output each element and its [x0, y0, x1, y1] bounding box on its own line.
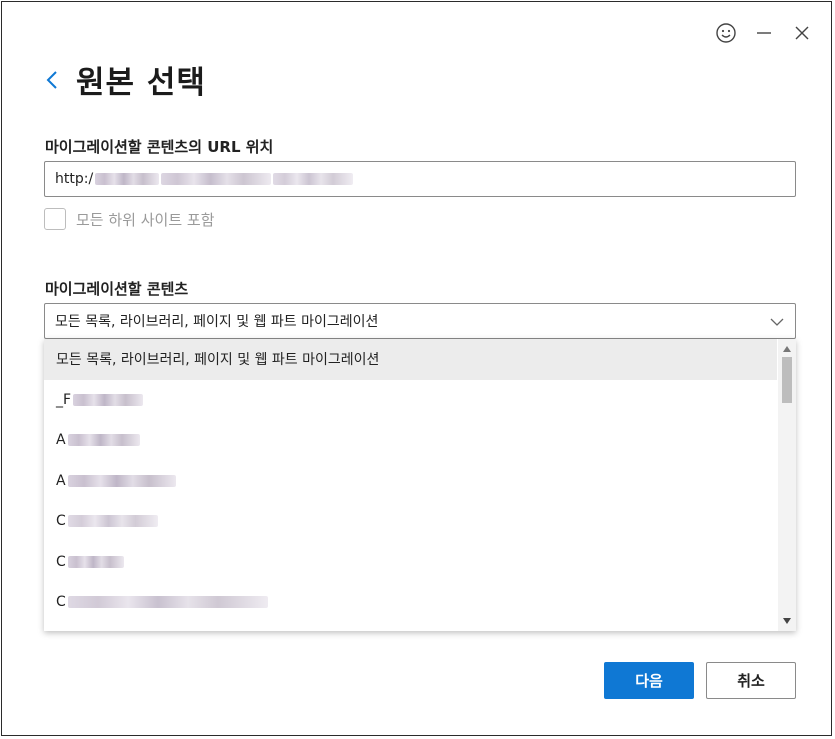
titlebar-controls	[715, 22, 813, 44]
content-select[interactable]: 모든 목록, 라이브러리, 페이지 및 웹 파트 마이그레이션	[44, 303, 796, 339]
chevron-left-icon[interactable]	[42, 63, 62, 97]
obscured-text	[67, 515, 158, 528]
list-item[interactable]: _F	[44, 380, 777, 421]
page-header: 원본 선택	[42, 57, 206, 102]
close-icon[interactable]	[791, 22, 813, 44]
list-item[interactable]: C	[44, 582, 777, 623]
obscured-text	[67, 434, 140, 447]
list-item[interactable]: A	[44, 420, 777, 461]
list-item[interactable]: A	[44, 461, 777, 502]
chevron-down-icon	[769, 312, 785, 331]
content-select-value: 모든 목록, 라이브러리, 페이지 및 웹 파트 마이그레이션	[55, 314, 379, 330]
dialog-window: 원본 선택 마이그레이션할 콘텐츠의 URL 위치 http:/ 모든 하위 사…	[1, 1, 832, 736]
list-item[interactable]: C	[44, 501, 777, 542]
content-dropdown-list: 모든 목록, 라이브러리, 페이지 및 웹 파트 마이그레이션 _F A A C…	[44, 339, 796, 631]
list-item-label: A	[56, 472, 66, 489]
page-title: 원본 선택	[76, 65, 206, 101]
next-button[interactable]: 다음	[604, 662, 694, 699]
obscured-text	[67, 596, 268, 609]
smiley-icon[interactable]	[715, 22, 737, 44]
url-input-value: http:/	[55, 171, 94, 187]
obscured-text	[73, 393, 144, 406]
list-item-label: A	[56, 432, 66, 449]
list-item-label: C	[56, 513, 66, 530]
list-item-label: C	[56, 553, 66, 570]
scrollbar-thumb[interactable]	[782, 357, 792, 403]
obscured-text	[67, 555, 124, 568]
list-item[interactable]: C	[44, 542, 777, 583]
scroll-down-arrow-icon[interactable]	[778, 613, 796, 629]
url-label: 마이그레이션할 콘텐츠의 URL 위치	[45, 138, 274, 156]
obscured-text	[95, 173, 160, 185]
list-item-label: 모든 목록, 라이브러리, 페이지 및 웹 파트 마이그레이션	[56, 352, 380, 369]
minimize-icon[interactable]	[753, 22, 775, 44]
list-item[interactable]: 모든 목록, 라이브러리, 페이지 및 웹 파트 마이그레이션	[44, 339, 777, 380]
obscured-text	[161, 173, 272, 185]
scroll-up-arrow-icon[interactable]	[778, 341, 796, 357]
dropdown-scrollbar[interactable]	[778, 339, 796, 631]
url-input[interactable]: http:/	[44, 161, 796, 197]
obscured-text	[273, 173, 354, 185]
include-subsites-row: 모든 하위 사이트 포함	[44, 208, 215, 230]
include-subsites-label: 모든 하위 사이트 포함	[76, 210, 215, 229]
include-subsites-checkbox[interactable]	[44, 208, 66, 230]
cancel-button[interactable]: 취소	[706, 662, 796, 699]
list-item-label: C	[56, 594, 66, 611]
content-label: 마이그레이션할 콘텐츠	[45, 280, 189, 298]
list-item-label: _F	[56, 391, 72, 408]
obscured-text	[67, 474, 176, 487]
